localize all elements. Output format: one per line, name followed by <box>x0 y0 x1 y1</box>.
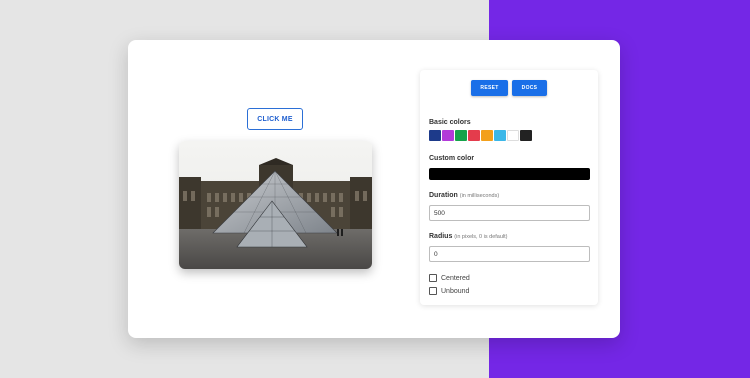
basic-colors-swatches <box>429 130 532 141</box>
unbound-checkbox[interactable] <box>429 287 437 295</box>
panel-actions: RESET DOCS <box>471 80 547 96</box>
louvre-image[interactable] <box>179 141 372 269</box>
duration-label-text: Duration <box>429 192 458 199</box>
reset-button[interactable]: RESET <box>471 80 508 96</box>
centered-label: Centered <box>441 274 470 282</box>
swatch-black[interactable] <box>520 130 532 141</box>
radius-label: Radius (in pixels, 0 is default) <box>429 233 508 240</box>
unbound-label: Unbound <box>441 287 470 295</box>
unbound-option[interactable]: Unbound <box>429 287 469 295</box>
duration-label: Duration (in milliseconds) <box>429 192 499 199</box>
settings-panel: RESET DOCS Basic colors Custom color Dur… <box>420 70 598 305</box>
swatch-navy[interactable] <box>429 130 441 141</box>
swatch-orange[interactable] <box>481 130 493 141</box>
duration-input[interactable]: 500 <box>429 205 590 221</box>
custom-color-label: Custom color <box>429 155 475 162</box>
basic-colors-label: Basic colors <box>429 119 471 126</box>
radius-hint: (in pixels, 0 is default) <box>454 234 508 240</box>
radius-input[interactable]: 0 <box>429 246 590 262</box>
swatch-light-blue[interactable] <box>494 130 506 141</box>
swatch-red[interactable] <box>468 130 480 141</box>
docs-button[interactable]: DOCS <box>512 80 547 96</box>
custom-color-input[interactable] <box>429 168 590 180</box>
centered-option[interactable]: Centered <box>429 274 470 282</box>
demo-card: CLICK ME RESET DOCS Basic colors Custom … <box>128 40 620 338</box>
swatch-white[interactable] <box>507 130 519 141</box>
duration-hint: (in milliseconds) <box>459 193 500 199</box>
click-me-button[interactable]: CLICK ME <box>247 108 303 130</box>
radius-label-text: Radius <box>429 233 453 240</box>
centered-checkbox[interactable] <box>429 274 437 282</box>
swatch-green[interactable] <box>455 130 467 141</box>
swatch-purple[interactable] <box>442 130 454 141</box>
